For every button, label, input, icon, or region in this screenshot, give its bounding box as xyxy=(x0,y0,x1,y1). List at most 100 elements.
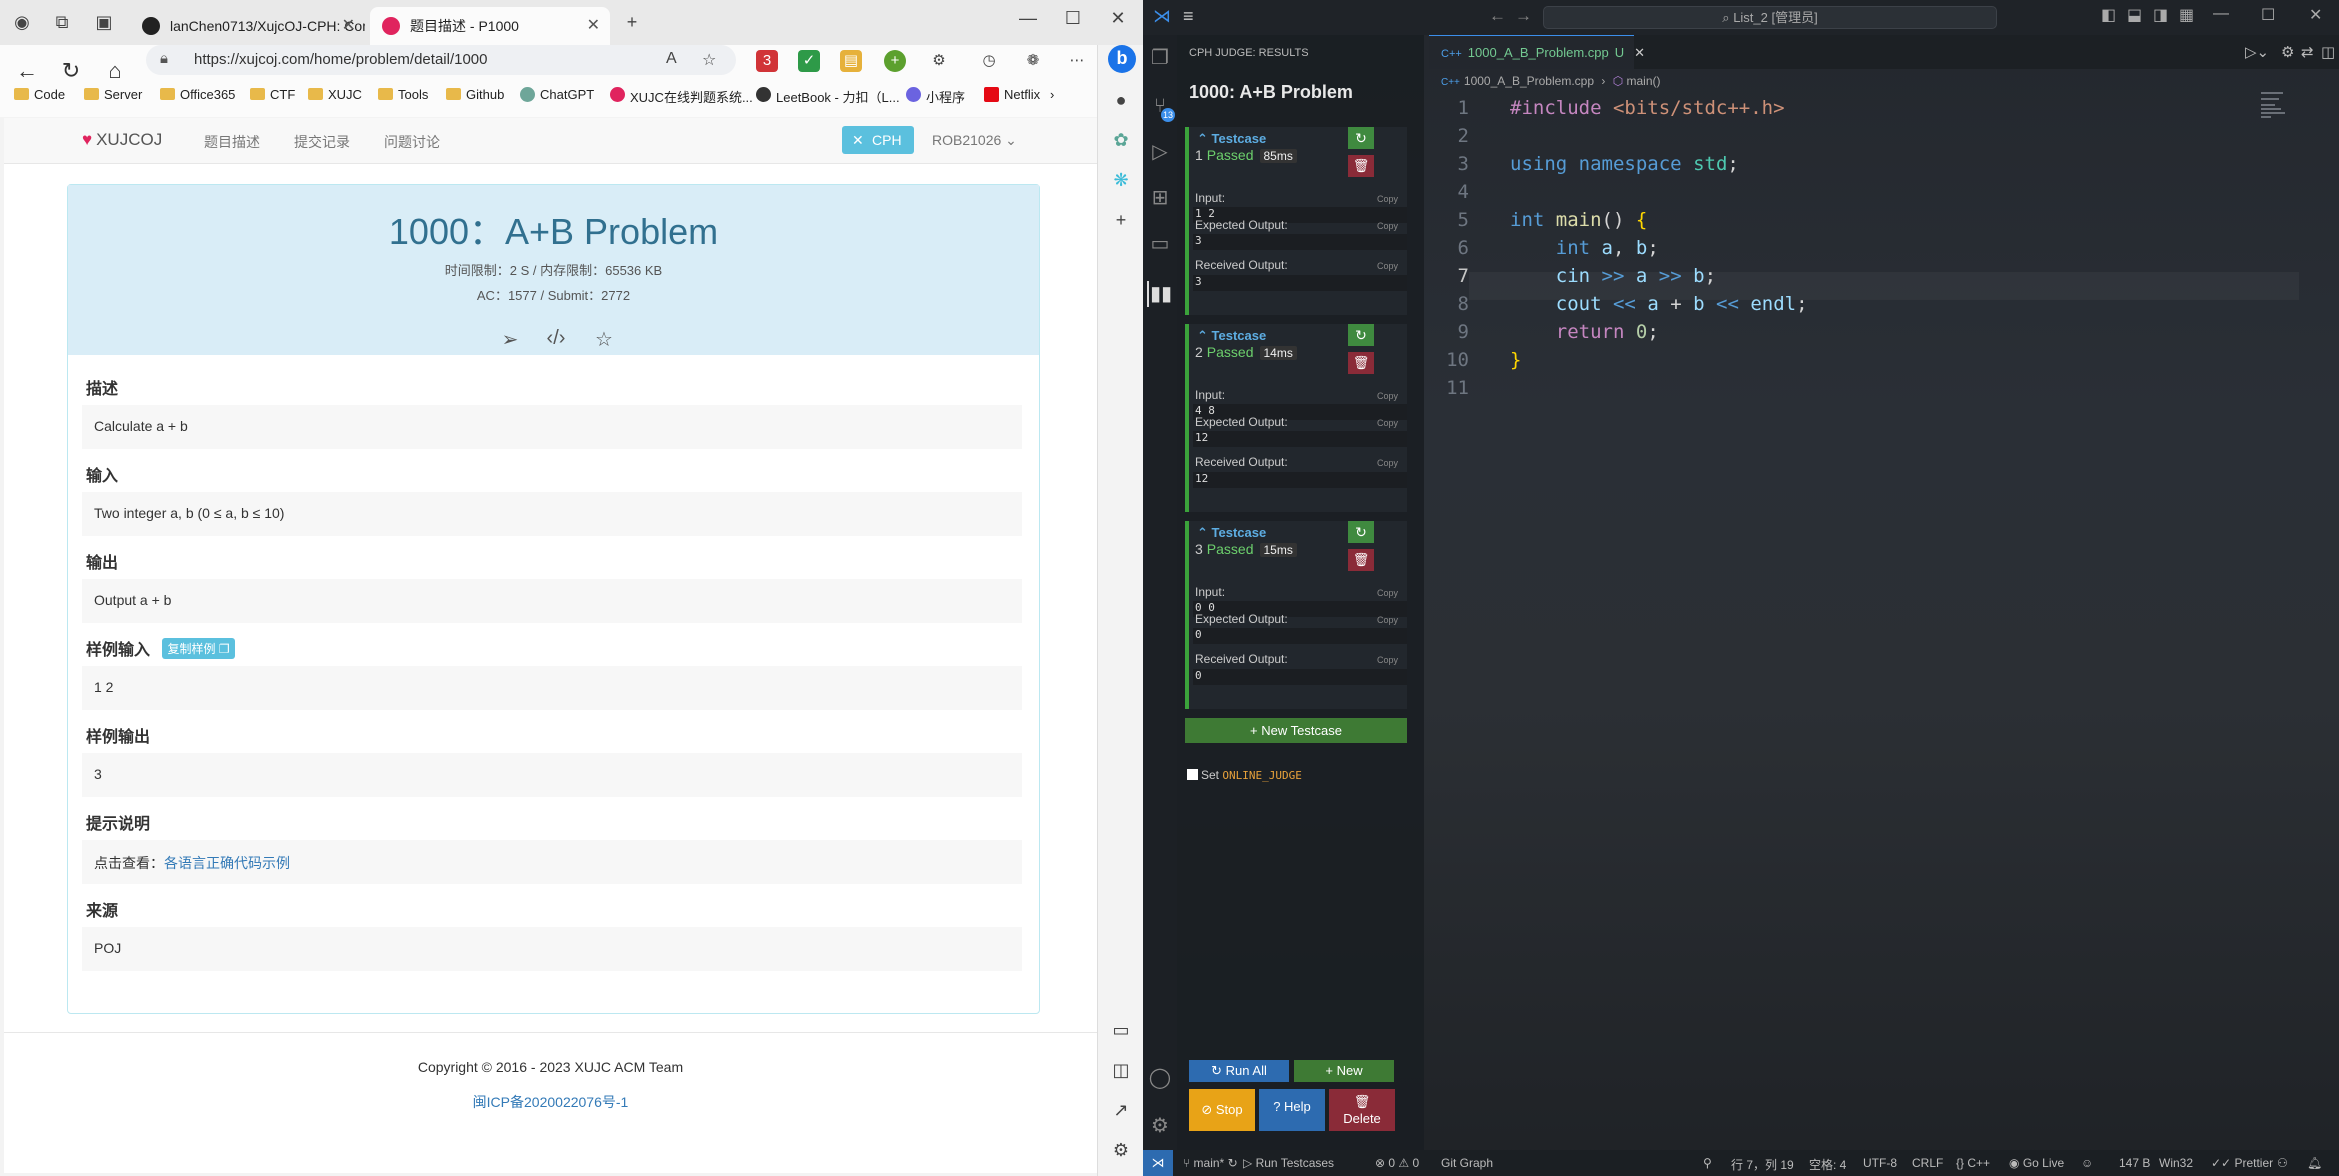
rerun-testcase-button[interactable]: ↻ xyxy=(1348,127,1374,149)
add-sidebar-icon[interactable]: + xyxy=(1108,207,1134,233)
favorite-star-icon[interactable]: ☆ xyxy=(592,327,616,351)
minimize-icon[interactable]: — xyxy=(2213,5,2229,23)
customize-layout-icon[interactable]: ▦ xyxy=(2179,5,2194,25)
rerun-testcase-button[interactable]: ↻ xyxy=(1348,521,1374,543)
bookmark-netflix[interactable]: Netflix xyxy=(984,87,1040,102)
nav-submissions[interactable]: 提交记录 xyxy=(294,132,350,152)
nav-forward-icon[interactable]: → xyxy=(1515,6,1532,26)
copy-input-button[interactable]: Copy xyxy=(1377,391,1398,401)
nav-back-icon[interactable]: ← xyxy=(1489,6,1506,26)
screen-capture-icon[interactable]: ▭ xyxy=(1108,1017,1134,1043)
manage-gear-icon[interactable]: ⚙ xyxy=(1147,1113,1173,1139)
toggle-secondary-sidebar-icon[interactable]: ◨ xyxy=(2153,5,2168,25)
copy-received-button[interactable]: Copy xyxy=(1377,655,1398,665)
run-code-icon[interactable]: ▷⌄ xyxy=(2245,43,2269,61)
close-icon[interactable]: ✕ xyxy=(587,7,600,45)
language-mode[interactable]: {} C++ xyxy=(1956,1156,1990,1170)
close-icon[interactable]: ✕ xyxy=(342,7,355,45)
code-editor[interactable]: 1 2 3 4 5 6 7 8 9 10 11 #include <bits/s… xyxy=(1429,92,2299,1132)
chatgpt-icon[interactable]: ✿ xyxy=(1108,127,1134,153)
editor-tab-file[interactable]: C++ 1000_A_B_Problem.cpp U ✕ xyxy=(1429,35,1645,69)
git-graph-status[interactable]: Git Graph xyxy=(1441,1156,1493,1170)
copy-received-button[interactable]: Copy xyxy=(1377,458,1398,468)
copy-input-button[interactable]: Copy xyxy=(1377,194,1398,204)
tab-github[interactable]: lanChen0713/XujcOJ-CPH: Comp ✕ xyxy=(130,7,365,45)
user-menu[interactable]: ROB21026 ⌄ xyxy=(932,132,1017,149)
bookmark-tools[interactable]: Tools xyxy=(378,87,428,102)
settings-gear-icon[interactable]: ⚙ xyxy=(2281,43,2294,61)
source-control-icon[interactable]: ⑂ 13 xyxy=(1147,93,1175,122)
code-icon[interactable]: ‹/› xyxy=(544,327,568,351)
checkbox[interactable] xyxy=(1187,769,1198,780)
close-window-icon[interactable]: ✕ xyxy=(2309,5,2322,25)
line-endings[interactable]: CRLF xyxy=(1912,1156,1943,1170)
delete-testcase-button[interactable]: 🗑︎ xyxy=(1348,549,1374,571)
bookmark-github[interactable]: Github xyxy=(446,87,504,102)
site-brand[interactable]: ♥ XUJCOJ xyxy=(82,130,162,150)
testcase-toggle[interactable]: ⌃ Testcase xyxy=(1197,525,1266,541)
copy-expected-button[interactable]: Copy xyxy=(1377,418,1398,428)
testcase-expected[interactable]: 12 xyxy=(1193,431,1407,447)
cursor-position[interactable]: 行 7，列 19 xyxy=(1731,1156,1794,1173)
copy-sample-button[interactable]: 复制样例 ❐ xyxy=(162,638,235,659)
profile-avatar-icon[interactable]: ◉ xyxy=(10,10,34,34)
delete-button[interactable]: 🗑︎ Delete xyxy=(1329,1089,1395,1131)
toggle-panel-icon[interactable]: ⬓ xyxy=(2127,5,2142,25)
extensions-icon[interactable]: ⊞ xyxy=(1147,185,1173,211)
copy-input-button[interactable]: Copy xyxy=(1377,588,1398,598)
testcase-expected[interactable]: 0 xyxy=(1193,628,1407,644)
bookmark-server[interactable]: Server xyxy=(84,87,142,102)
compare-icon[interactable]: ⇄ xyxy=(2301,43,2314,61)
toggle-sidebar-icon[interactable]: ◧ xyxy=(2101,5,2116,25)
bookmark-miniprogram[interactable]: 小程序 xyxy=(906,87,965,106)
delete-testcase-button[interactable]: 🗑︎ xyxy=(1348,155,1374,177)
icp-link[interactable]: 闽ICP备2020022076号-1 xyxy=(4,1092,1097,1112)
lock-icon[interactable]: 🔒︎ xyxy=(160,50,168,67)
new-tab-icon[interactable]: + xyxy=(620,10,644,34)
extensions-icon[interactable]: ⚙ xyxy=(928,50,950,72)
stop-button[interactable]: ⊘ Stop xyxy=(1189,1089,1255,1131)
assistant-icon[interactable]: ❋ xyxy=(1108,167,1134,193)
breadcrumb-file[interactable]: 1000_A_B_Problem.cpp xyxy=(1464,74,1594,88)
cph-judge-icon[interactable]: ▮▮ xyxy=(1147,281,1173,307)
bookmarks-overflow-icon[interactable]: › xyxy=(1050,87,1054,102)
command-center-search[interactable]: ⌕ List_2 [管理员] xyxy=(1543,6,1997,29)
performance-icon[interactable]: ❁ xyxy=(1022,50,1044,72)
copy-received-button[interactable]: Copy xyxy=(1377,261,1398,271)
git-branch[interactable]: ⑂ main* ↻ xyxy=(1183,1156,1238,1170)
accounts-icon[interactable]: ◯ xyxy=(1147,1065,1173,1091)
new-button[interactable]: + New xyxy=(1294,1060,1394,1082)
bookmark-chatgpt[interactable]: ChatGPT xyxy=(520,87,594,102)
testcase-toggle[interactable]: ⌃ Testcase xyxy=(1197,328,1266,344)
problems-status[interactable]: ⊗ 0 ⚠ 0 xyxy=(1375,1156,1419,1170)
split-editor-icon[interactable]: ◫ xyxy=(2321,43,2335,61)
testcase-toggle[interactable]: ⌃ Testcase xyxy=(1197,131,1266,147)
remote-indicator-icon[interactable]: ⋊ xyxy=(1143,1150,1173,1176)
run-debug-icon[interactable]: ▷ xyxy=(1147,139,1173,165)
folder-extension-icon[interactable]: ▤ xyxy=(840,50,862,72)
go-live[interactable]: ◉ Go Live xyxy=(2009,1156,2064,1170)
code-examples-link[interactable]: 各语言正确代码示例 xyxy=(164,855,290,871)
online-judge-checkbox[interactable]: Set ONLINE_JUDGE xyxy=(1187,768,1302,782)
testcase-expected[interactable]: 3 xyxy=(1193,234,1407,250)
address-bar[interactable]: 🔒︎ https://xujcoj.com/home/problem/detai… xyxy=(146,45,736,75)
run-testcases-status[interactable]: ▷ Run Testcases xyxy=(1243,1156,1334,1170)
history-icon[interactable]: ◷ xyxy=(978,50,1000,72)
explorer-icon[interactable]: ❐ xyxy=(1147,45,1173,71)
split-screen-icon[interactable]: ◫ xyxy=(1108,1057,1134,1083)
copy-expected-button[interactable]: Copy xyxy=(1377,221,1398,231)
new-testcase-button[interactable]: + New Testcase xyxy=(1185,718,1407,743)
close-window-icon[interactable]: ✕ xyxy=(1103,8,1133,29)
encoding[interactable]: UTF-8 xyxy=(1863,1156,1897,1170)
workspaces-icon[interactable]: ⧉ xyxy=(50,10,74,34)
prettier-status[interactable]: ✓✓ Prettier xyxy=(2211,1156,2273,1170)
run-all-button[interactable]: ↻ Run All xyxy=(1189,1060,1289,1082)
shield-icon[interactable]: ✓ xyxy=(798,50,820,72)
menu-hamburger-icon[interactable]: ≡ xyxy=(1183,6,1194,27)
more-menu-icon[interactable]: ⋯ xyxy=(1066,50,1088,72)
submit-paper-plane-icon[interactable]: ➢ xyxy=(498,327,522,351)
maximize-icon[interactable]: ☐ xyxy=(1058,8,1088,29)
nav-discussion[interactable]: 问题讨论 xyxy=(384,132,440,152)
remote-explorer-icon[interactable]: ▭ xyxy=(1147,231,1173,257)
close-icon[interactable]: ✕ xyxy=(1634,45,1645,60)
